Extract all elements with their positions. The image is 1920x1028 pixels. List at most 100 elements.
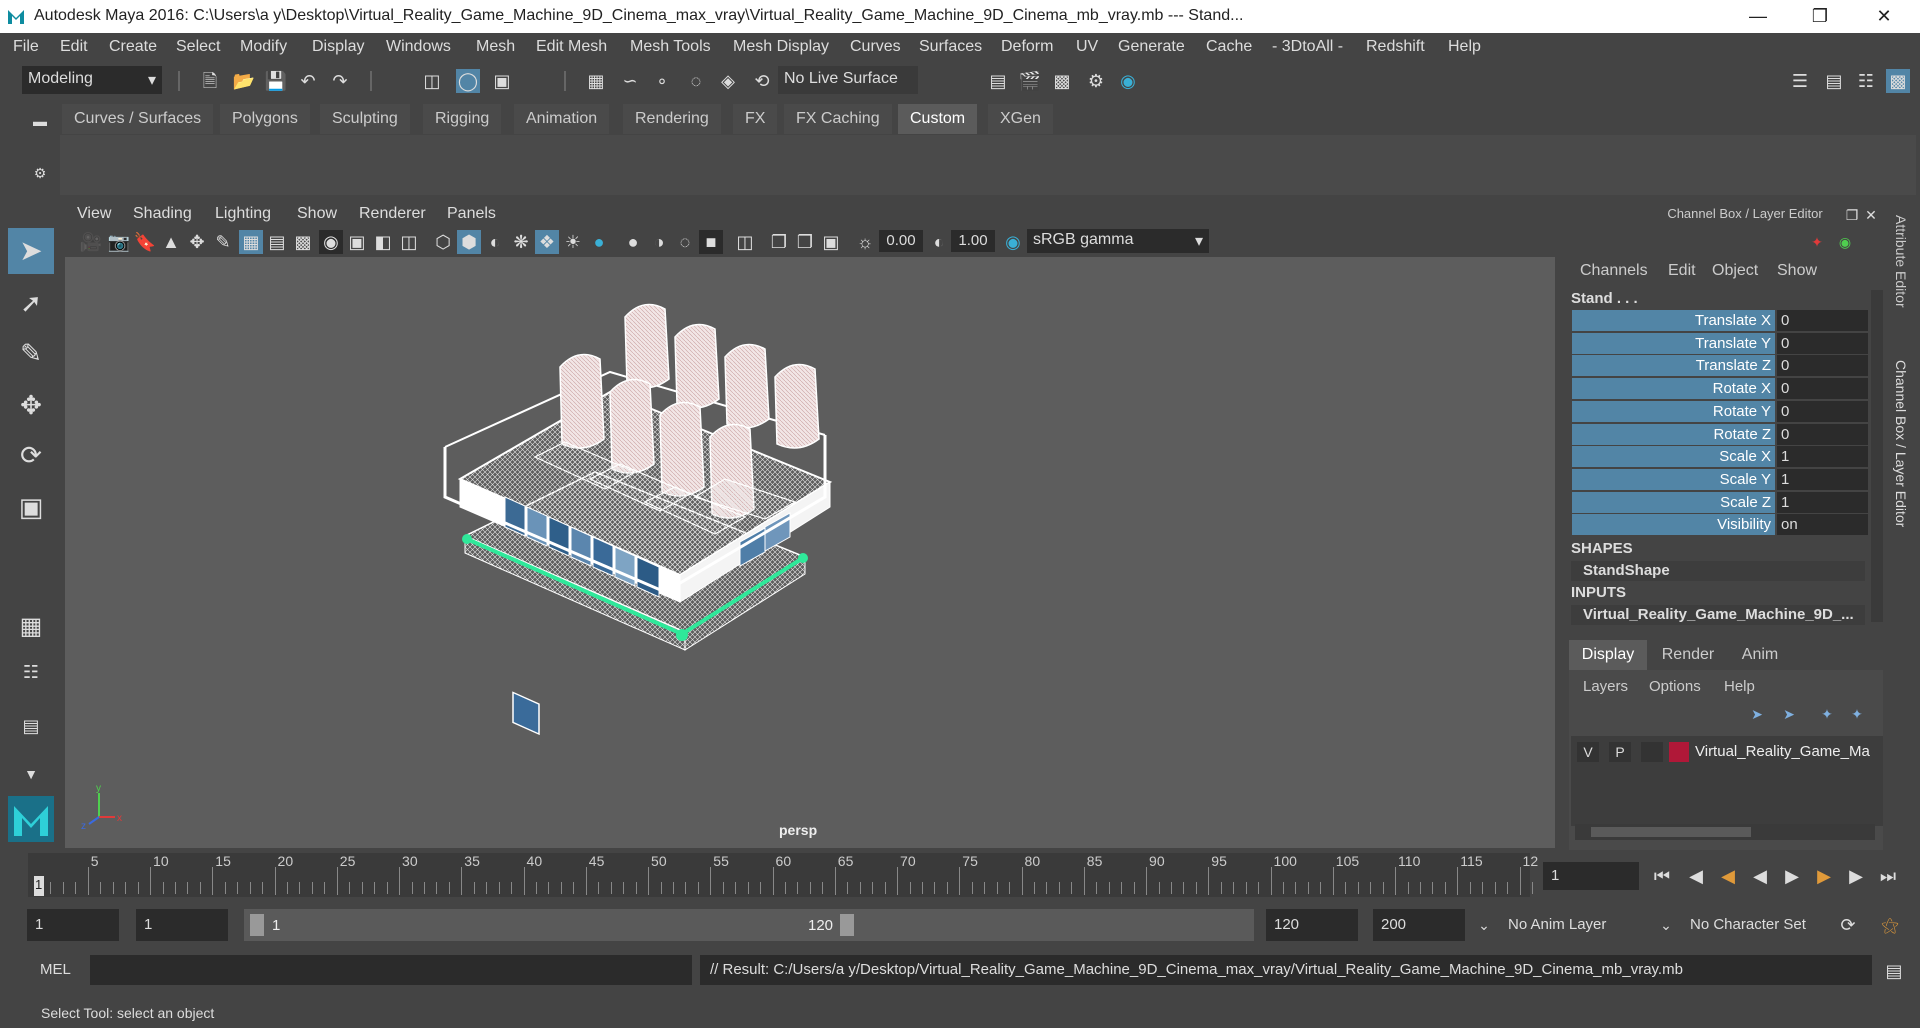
channel-value-field[interactable]: 1 <box>1777 491 1868 513</box>
channel-row-scale-z[interactable]: Scale Z1 <box>1572 491 1868 513</box>
grid-toggle-icon[interactable]: ▦ <box>239 230 263 254</box>
camera-select-icon[interactable]: 🎥 <box>79 230 103 254</box>
scene-model-wireframe[interactable]: y x z <box>65 257 1555 848</box>
shelf-tab-fx-caching[interactable]: FX Caching <box>784 104 892 134</box>
channel-value-field[interactable]: 0 <box>1777 378 1868 400</box>
viewport-menu-view[interactable]: View <box>77 205 111 223</box>
channel-menu-channels[interactable]: Channels <box>1580 262 1648 280</box>
viewport-menu-show[interactable]: Show <box>297 205 337 223</box>
grease-pencil-icon[interactable]: ✎ <box>211 230 235 254</box>
field-chart-icon[interactable]: ▣ <box>345 230 369 254</box>
channel-row-translate-x[interactable]: Translate X0 <box>1572 310 1868 331</box>
exposure-field[interactable]: 0.00 <box>879 230 923 252</box>
channel-box-icon[interactable]: ▩ <box>1886 69 1910 93</box>
save-scene-icon[interactable]: 💾 <box>264 69 288 93</box>
film-gate-icon[interactable]: ▤ <box>265 230 289 254</box>
layer-color-swatch[interactable] <box>1669 742 1689 762</box>
script-editor-icon[interactable]: ▤ <box>1882 959 1906 983</box>
shelf-tab-fx[interactable]: FX <box>733 104 778 134</box>
select-component-icon[interactable]: ▣ <box>490 69 514 93</box>
undo-icon[interactable]: ↶ <box>296 69 320 93</box>
range-start-handle[interactable] <box>250 914 264 936</box>
menu-file[interactable]: File <box>13 38 39 56</box>
snap-surface-icon[interactable]: ◈ <box>716 69 740 93</box>
gamma-field[interactable]: 1.00 <box>951 230 995 252</box>
gamma-icon[interactable]: ◐ <box>927 230 951 254</box>
step-forward-frame-icon[interactable]: ▶ <box>1844 864 1868 888</box>
shelf-tab-sculpting[interactable]: Sculpting <box>320 104 410 134</box>
attribute-editor-icon[interactable]: ▤ <box>1822 69 1846 93</box>
lights-icon[interactable]: ☀ <box>561 230 585 254</box>
character-set-dropdown[interactable]: No Character Set <box>1682 909 1826 941</box>
attribute-editor-side-tab[interactable]: Attribute Editor <box>1893 215 1909 335</box>
range-end-handle[interactable] <box>840 914 854 936</box>
script-language-label[interactable]: MEL <box>40 961 71 978</box>
smooth-shade-icon[interactable]: ⬢ <box>457 230 481 254</box>
close-button[interactable]: ✕ <box>1856 0 1912 33</box>
menu-3dtoall[interactable]: - 3DtoAll - <box>1272 38 1343 56</box>
channel-menu-edit[interactable]: Edit <box>1668 262 1696 280</box>
maya-home-icon[interactable] <box>8 796 54 842</box>
render-view-icon[interactable]: ▤ <box>986 69 1010 93</box>
snap-view-icon[interactable]: ◌ <box>684 69 708 93</box>
channel-value-field[interactable]: 1 <box>1777 446 1868 468</box>
channel-key-icon[interactable]: ✦ <box>1805 230 1829 254</box>
channel-value-field[interactable]: 0 <box>1777 423 1868 445</box>
xray-joints-icon[interactable]: ❐ <box>793 230 817 254</box>
move-tool-icon[interactable]: ✥ <box>8 382 54 428</box>
isolate-select-icon[interactable]: ◫ <box>733 230 757 254</box>
new-layer-selected-icon[interactable]: ✦ <box>1845 702 1869 726</box>
channel-label[interactable]: Rotate X <box>1572 378 1775 400</box>
channel-box-side-tab[interactable]: Channel Box / Layer Editor <box>1893 360 1909 560</box>
channel-value-field[interactable]: 0 <box>1777 310 1868 331</box>
image-plane-icon[interactable]: ▲ <box>159 230 183 254</box>
playback-start-field[interactable]: 1 <box>136 909 228 941</box>
shelf-tab-rendering[interactable]: Rendering <box>623 104 721 134</box>
lasso-tool-icon[interactable]: ➚ <box>8 280 54 326</box>
shelf-settings-icon[interactable]: ⚙ <box>28 161 52 185</box>
start-time-field[interactable]: 1 <box>27 909 119 941</box>
snap-live-icon[interactable]: ⟲ <box>750 69 774 93</box>
textured-icon[interactable]: ❋ <box>509 230 533 254</box>
safe-title-icon[interactable]: ◫ <box>397 230 421 254</box>
layer-tab-anim[interactable]: Anim <box>1725 640 1795 670</box>
layout-expand-icon[interactable]: ▼ <box>8 762 54 786</box>
menu-surfaces[interactable]: Surfaces <box>919 38 982 56</box>
anti-aliasing-icon[interactable]: ◌ <box>673 230 697 254</box>
channel-row-scale-x[interactable]: Scale X1 <box>1572 446 1868 468</box>
screen-space-ao-icon[interactable]: ● <box>621 230 645 254</box>
resolution-gate-icon[interactable]: ▩ <box>291 230 315 254</box>
new-scene-icon[interactable]: 🗎 <box>198 69 222 93</box>
channel-label[interactable]: Visibility <box>1572 514 1775 536</box>
menu-modify[interactable]: Modify <box>240 38 287 56</box>
menu-select[interactable]: Select <box>176 38 220 56</box>
step-forward-key-icon[interactable]: ▶ <box>1812 864 1836 888</box>
snap-point-icon[interactable]: ∘ <box>650 69 674 93</box>
menu-deform[interactable]: Deform <box>1001 38 1053 56</box>
layer-tab-display[interactable]: Display <box>1569 640 1647 670</box>
outliner-layout-icon[interactable]: ▤ <box>8 714 54 754</box>
tool-settings-icon[interactable]: ☷ <box>1854 69 1878 93</box>
channel-scrollbar[interactable] <box>1871 290 1883 622</box>
restore-button[interactable]: ❐ <box>1792 0 1848 33</box>
menu-mesh[interactable]: Mesh <box>476 38 515 56</box>
2d-pan-icon[interactable]: ✥ <box>185 230 209 254</box>
camera-attributes-icon[interactable]: 📷 <box>107 230 131 254</box>
anim-layer-dropdown[interactable]: No Anim Layer <box>1500 909 1658 941</box>
chevron-down-icon[interactable]: ⌄ <box>1472 913 1496 937</box>
bookmark-icon[interactable]: 🔖 <box>133 230 157 254</box>
shelf-tab-rigging[interactable]: Rigging <box>423 104 502 134</box>
redo-icon[interactable]: ↷ <box>328 69 352 93</box>
close-panel-icon[interactable]: ✕ <box>1862 203 1880 227</box>
four-view-layout-icon[interactable]: ☷ <box>8 660 54 700</box>
channel-row-rotate-y[interactable]: Rotate Y0 <box>1572 400 1868 422</box>
step-back-key-icon[interactable]: ◀ <box>1716 864 1740 888</box>
auto-key-icon[interactable]: ⟳ <box>1836 913 1860 937</box>
xray-icon[interactable]: ❐ <box>767 230 791 254</box>
channel-row-translate-y[interactable]: Translate Y0 <box>1572 332 1868 354</box>
step-back-frame-icon[interactable]: ◀ <box>1684 864 1708 888</box>
rotate-tool-icon[interactable]: ⟳ <box>8 432 54 478</box>
layer-menu-help[interactable]: Help <box>1724 678 1755 695</box>
shelf-tab-curves-surfaces[interactable]: Curves / Surfaces <box>62 104 214 134</box>
menu-create[interactable]: Create <box>109 38 157 56</box>
